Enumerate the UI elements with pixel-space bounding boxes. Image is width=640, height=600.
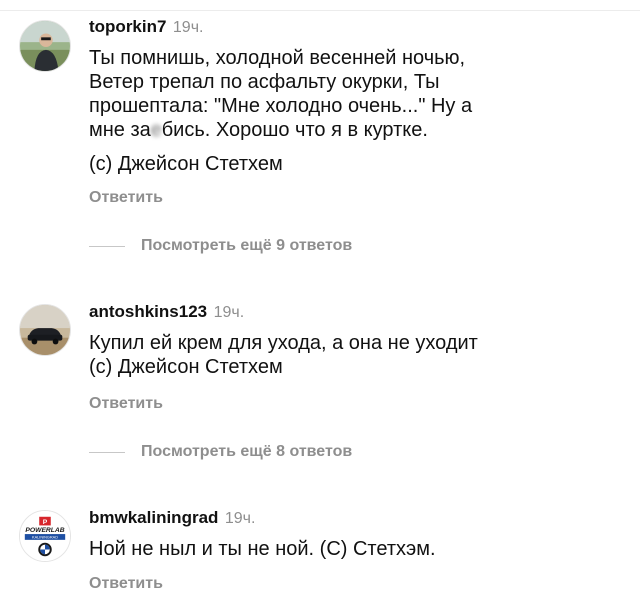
comment-text: Ты помнишь, холодной весенней ночью, Вет… — [89, 46, 529, 142]
comment-time: 19ч. — [172, 19, 204, 36]
comment-time: 19ч. — [224, 510, 256, 527]
comment-username[interactable]: antoshkins123 — [89, 302, 207, 321]
view-replies-button[interactable]: Посмотреть ещё 9 ответов — [89, 237, 352, 255]
comment-text-part: бись. Хорошо что я в куртке. — [161, 119, 428, 141]
comment-signature: (с) Джейсон Стетхем — [89, 153, 283, 175]
avatar[interactable]: P POWERLAB KALININGRAD — [19, 510, 71, 562]
top-divider — [0, 0, 640, 11]
reply-button[interactable]: Ответить — [89, 575, 163, 593]
comment-username[interactable]: bmwkaliningrad — [89, 508, 218, 527]
replies-line — [89, 245, 125, 247]
person-photo-icon — [20, 21, 70, 71]
view-replies-button[interactable]: Посмотреть ещё 8 ответов — [89, 443, 352, 461]
reply-button[interactable]: Ответить — [89, 395, 163, 413]
avatar[interactable] — [19, 20, 71, 72]
svg-text:P: P — [43, 519, 48, 526]
reply-button[interactable]: Ответить — [89, 189, 163, 207]
comment-time: 19ч. — [213, 304, 245, 321]
view-replies-label: Посмотреть ещё 9 ответов — [141, 237, 353, 254]
comment-username[interactable]: toporkin7 — [89, 17, 166, 36]
view-replies-label: Посмотреть ещё 8 ответов — [141, 443, 353, 460]
avatar[interactable] — [19, 304, 71, 356]
car-photo-icon — [20, 305, 70, 355]
comment-text: Ной не ныл и ты не ной. (С) Стетхэм. — [89, 538, 436, 560]
comment-text: Купил ей крем для ухода, а она не уходит… — [89, 332, 478, 378]
replies-line — [89, 451, 125, 453]
powerlab-logo-icon: P POWERLAB KALININGRAD — [20, 511, 70, 561]
logo-text: POWERLAB — [25, 527, 64, 534]
logo-subtext: KALININGRAD — [32, 535, 58, 539]
censored-letter: е — [150, 119, 162, 141]
